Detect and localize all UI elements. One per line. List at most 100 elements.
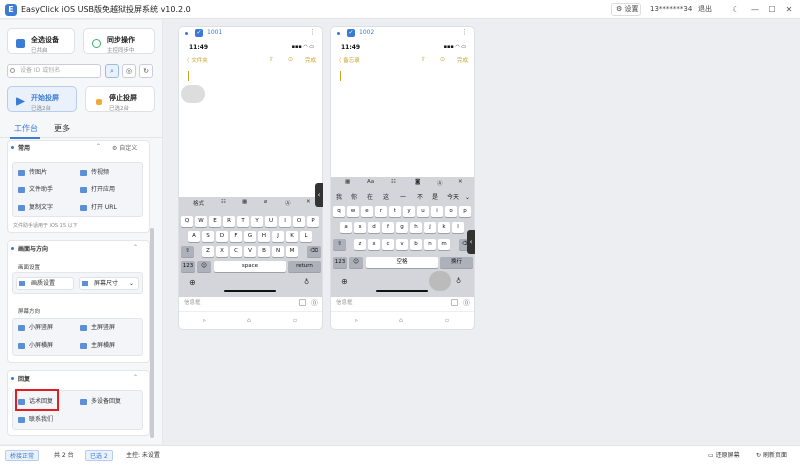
phone-back[interactable]: 〈 文件夹: [184, 56, 208, 64]
send-icon[interactable]: ⓪: [311, 298, 318, 308]
file-helper-item[interactable]: 文件助手: [18, 185, 53, 194]
key-g[interactable]: G: [244, 231, 256, 242]
number-key[interactable]: 123: [333, 257, 347, 268]
key-j[interactable]: J: [272, 231, 284, 242]
logout-button[interactable]: 退出: [698, 3, 712, 16]
candidate[interactable]: 我: [336, 193, 342, 202]
more-circle-icon[interactable]: ⊙: [288, 56, 293, 63]
search-button[interactable]: ⌕: [105, 64, 119, 78]
refresh-page-button[interactable]: ↻ 刷新页面: [752, 450, 791, 461]
markup-icon[interactable]: Ⓐ: [437, 179, 443, 187]
key-s[interactable]: s: [354, 222, 366, 233]
key-n[interactable]: n: [424, 239, 436, 250]
key-z[interactable]: Z: [202, 246, 214, 257]
open-app-item[interactable]: 打开应用: [80, 185, 115, 194]
back-nav-icon[interactable]: ▹: [203, 317, 206, 324]
maximize-button[interactable]: ☐: [766, 3, 778, 16]
key-e[interactable]: E: [209, 216, 221, 227]
select-all-button[interactable]: 全选设备 已共启: [7, 28, 75, 54]
chevron-up-icon[interactable]: ⌃: [96, 143, 101, 150]
send-icon[interactable]: ⓪: [463, 298, 470, 308]
contact-us-item[interactable]: 联系我们: [18, 415, 53, 424]
space-key[interactable]: space: [214, 261, 286, 272]
delete-key[interactable]: ⌫: [307, 246, 321, 257]
key-x[interactable]: X: [216, 246, 228, 257]
emoji-key[interactable]: ☺: [349, 257, 363, 268]
candidate[interactable]: 这: [383, 193, 389, 202]
small-landscape-item[interactable]: 小屏横屏: [18, 341, 53, 350]
key-h[interactable]: H: [258, 231, 270, 242]
key-v[interactable]: v: [396, 239, 408, 250]
checkbox-icon[interactable]: [451, 299, 458, 306]
stop-cast-button[interactable]: 停止投屏 已选2台: [85, 86, 155, 112]
key-o[interactable]: o: [445, 206, 457, 217]
key-c[interactable]: c: [382, 239, 394, 250]
markup-icon[interactable]: Ⓐ: [285, 199, 291, 207]
key-z[interactable]: z: [354, 239, 366, 250]
mic-icon[interactable]: ♁: [456, 277, 461, 285]
locate-button[interactable]: ◎: [122, 64, 136, 78]
small-portrait-item[interactable]: 小屏竖屏: [18, 323, 53, 332]
key-q[interactable]: q: [333, 206, 345, 217]
phone-1002[interactable]: ✓ 1002 ⋮ 11:49 ▪▪▪ ◠ ▭ 〈 备忘录 ⇧ ⊙ 完成 ▦ Aa…: [330, 26, 475, 330]
chevron-up-icon[interactable]: ⌃: [133, 374, 138, 381]
sync-operation-button[interactable]: 同步操作 主控同步中: [83, 28, 155, 54]
shift-key[interactable]: ⇧: [333, 239, 346, 250]
close-icon[interactable]: ✕: [306, 199, 311, 205]
key-r[interactable]: r: [375, 206, 387, 217]
message-input[interactable]: 信息框: [336, 298, 446, 309]
key-d[interactable]: d: [368, 222, 380, 233]
key-t[interactable]: t: [389, 206, 401, 217]
main-portrait-item[interactable]: 主屏竖屏: [80, 323, 115, 332]
tab-workbench[interactable]: 工作台: [14, 123, 38, 134]
menu-nav-icon[interactable]: ▫: [445, 317, 449, 324]
key-i[interactable]: i: [431, 206, 443, 217]
phone-done[interactable]: 完成: [457, 56, 468, 64]
back-nav-icon[interactable]: ▹: [355, 317, 358, 324]
key-e[interactable]: e: [361, 206, 373, 217]
restore-screen-button[interactable]: ▭ 还原屏幕: [704, 450, 744, 461]
mic-icon[interactable]: ♁: [304, 278, 309, 286]
key-k[interactable]: k: [438, 222, 450, 233]
camera-icon[interactable]: ◙: [415, 179, 420, 185]
table-icon[interactable]: ▦: [345, 179, 350, 185]
home-nav-icon[interactable]: ⌂: [247, 317, 251, 324]
space-key[interactable]: 空格: [366, 257, 438, 268]
checklist-icon[interactable]: ☷: [391, 179, 396, 185]
more-icon[interactable]: ⋮: [461, 28, 468, 36]
phone-1001-side-handle[interactable]: ‹: [315, 183, 323, 207]
checkbox-icon[interactable]: ✓: [347, 29, 355, 37]
phone-back[interactable]: 〈 备忘录: [336, 56, 360, 64]
key-m[interactable]: m: [438, 239, 450, 250]
key-j[interactable]: j: [424, 222, 436, 233]
key-x[interactable]: x: [368, 239, 380, 250]
globe-icon[interactable]: ⊕: [341, 277, 348, 286]
return-key[interactable]: return: [288, 261, 321, 272]
key-q[interactable]: Q: [181, 216, 193, 227]
refresh-button[interactable]: ↻: [139, 64, 153, 78]
multi-device-reply-item[interactable]: 多设备回复: [80, 397, 121, 406]
start-cast-button[interactable]: 开始投屏 已选2台: [7, 86, 77, 112]
send-image-item[interactable]: 传图片: [18, 168, 47, 177]
checkbox-icon[interactable]: [299, 299, 306, 306]
screen-size-select[interactable]: 屏幕尺寸 ⌄: [79, 277, 139, 290]
return-key[interactable]: 换行: [440, 257, 473, 268]
key-d[interactable]: D: [216, 231, 228, 242]
key-m[interactable]: M: [286, 246, 298, 257]
phone-done[interactable]: 完成: [305, 56, 316, 64]
more-circle-icon[interactable]: ⊙: [440, 56, 445, 63]
phone-1001[interactable]: ✓ 1001 ⋮ 11:49 ▪▪▪ ◠ ▭ 〈 文件夹 ⇧ ⊙ 完成 格式 ☷…: [178, 26, 323, 330]
theme-toggle-icon[interactable]: ☾: [730, 3, 742, 16]
shift-key[interactable]: ⇧: [181, 246, 194, 257]
key-l[interactable]: l: [452, 222, 464, 233]
key-o[interactable]: O: [293, 216, 305, 227]
copy-text-item[interactable]: 复制文字: [18, 203, 53, 212]
candidate[interactable]: 一: [400, 193, 406, 202]
menu-nav-icon[interactable]: ▫: [293, 317, 297, 324]
key-h[interactable]: h: [410, 222, 422, 233]
key-c[interactable]: C: [230, 246, 242, 257]
key-f[interactable]: f: [382, 222, 394, 233]
home-nav-icon[interactable]: ⌂: [399, 317, 403, 324]
candidate[interactable]: 是: [432, 193, 438, 202]
tab-more[interactable]: 更多: [54, 123, 70, 134]
